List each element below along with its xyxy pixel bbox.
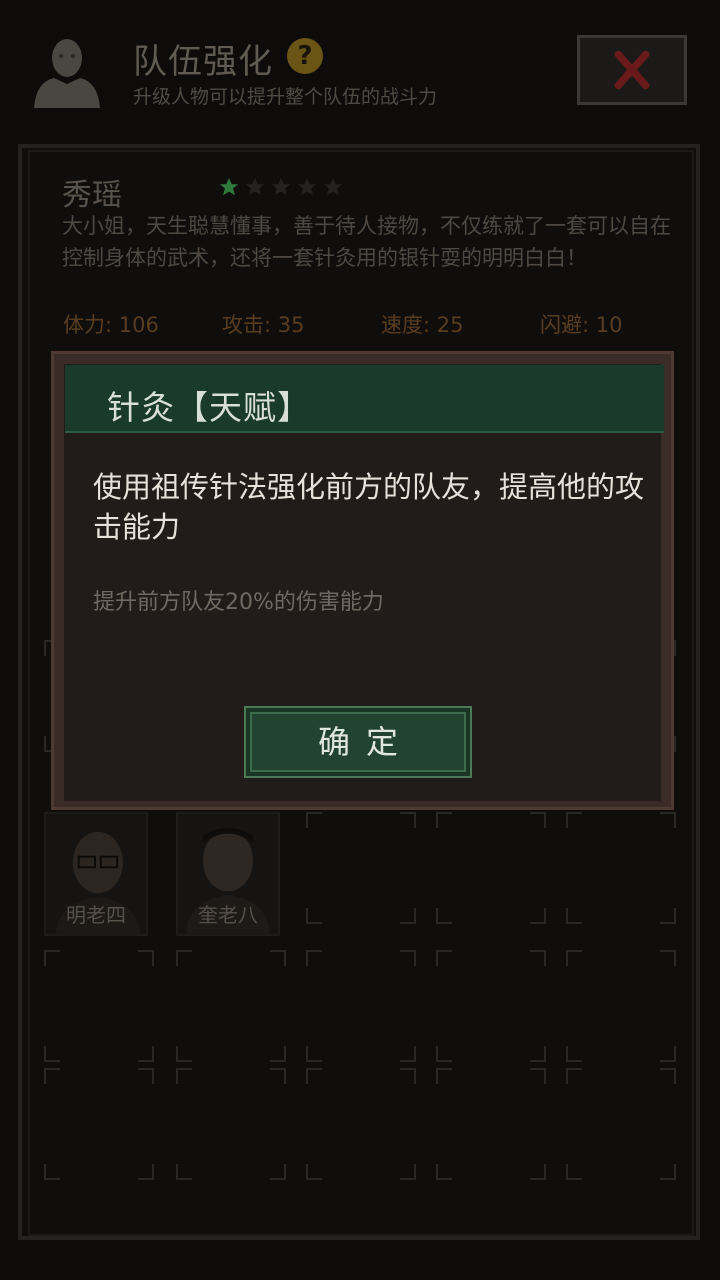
dialog-header: 针灸【天赋】 — [65, 365, 664, 433]
slot-corner — [176, 1046, 192, 1062]
stat-hp: 体力: 106 — [63, 313, 159, 337]
empty-character-slot[interactable] — [566, 812, 676, 924]
stat-dodge: 闪避: 10 — [540, 313, 623, 337]
slot-corner — [44, 1164, 60, 1180]
empty-character-slot[interactable] — [306, 950, 416, 1062]
character-name: 秀瑶 — [62, 178, 122, 213]
slot-corner — [566, 812, 582, 828]
slot-corner — [566, 1164, 582, 1180]
slot-corner — [566, 1046, 582, 1062]
slot-corner — [530, 908, 546, 924]
empty-character-slot[interactable] — [566, 1068, 676, 1180]
slot-corner — [270, 1046, 286, 1062]
user-avatar-icon[interactable] — [30, 32, 104, 110]
slot-corner — [436, 950, 452, 966]
team-member-portrait[interactable]: 奎老八 — [176, 812, 280, 936]
talent-dialog: 针灸【天赋】 使用祖传针法强化前方的队友，提高他的攻击能力 提升前方队友20%的… — [51, 351, 674, 810]
close-button[interactable] — [577, 35, 687, 105]
slot-corner — [138, 950, 154, 966]
empty-character-slot[interactable] — [436, 812, 546, 924]
star-filled-icon — [219, 177, 239, 196]
slot-corner — [306, 1046, 322, 1062]
team-member-name: 明老四 — [66, 903, 126, 927]
slot-corner — [44, 1046, 60, 1062]
star-empty-icon — [297, 177, 317, 196]
slot-corner — [400, 950, 416, 966]
empty-character-slot[interactable] — [176, 1068, 286, 1180]
slot-corner — [44, 950, 60, 966]
slot-corner — [306, 1068, 322, 1084]
help-icon[interactable]: ? — [287, 38, 323, 74]
page-subtitle: 升级人物可以提升整个队伍的战斗力 — [133, 86, 438, 108]
slot-corner — [306, 812, 322, 828]
header: 队伍强化 ? 升级人物可以提升整个队伍的战斗力 — [0, 0, 720, 130]
slot-corner — [176, 1068, 192, 1084]
empty-character-slot[interactable] — [436, 1068, 546, 1180]
slot-corner — [270, 1068, 286, 1084]
slot-corner — [660, 950, 676, 966]
slot-corner — [138, 1068, 154, 1084]
star-empty-icon — [271, 177, 291, 196]
team-member-name: 奎老八 — [198, 903, 258, 927]
slot-corner — [530, 950, 546, 966]
slot-corner — [400, 812, 416, 828]
empty-character-slot[interactable] — [566, 950, 676, 1062]
slot-corner — [530, 1046, 546, 1062]
slot-corner — [660, 908, 676, 924]
slot-corner — [660, 1164, 676, 1180]
empty-character-slot[interactable] — [44, 950, 154, 1062]
slot-corner — [660, 1046, 676, 1062]
star-rating — [218, 176, 344, 198]
slot-corner — [566, 1068, 582, 1084]
team-member-portrait[interactable]: 明老四 — [44, 812, 148, 936]
slot-corner — [436, 812, 452, 828]
slot-corner — [176, 1164, 192, 1180]
character-description: 大小姐，天生聪慧懂事，善于待人接物，不仅练就了一套可以自在控制身体的武术，还将一… — [62, 214, 671, 270]
slot-corner — [436, 908, 452, 924]
slot-corner — [270, 1164, 286, 1180]
slot-corner — [44, 1068, 60, 1084]
slot-corner — [530, 1164, 546, 1180]
slot-corner — [566, 908, 582, 924]
star-empty-icon — [245, 177, 265, 196]
slot-corner — [400, 1068, 416, 1084]
page-title: 队伍强化 — [133, 42, 273, 82]
empty-character-slot[interactable] — [306, 812, 416, 924]
stat-attack: 攻击: 35 — [222, 313, 305, 337]
empty-character-slot[interactable] — [44, 1068, 154, 1180]
dialog-title: 针灸【天赋】 — [107, 388, 311, 427]
slot-corner — [306, 908, 322, 924]
slot-corner — [530, 1068, 546, 1084]
confirm-button[interactable]: 确定 — [244, 706, 472, 778]
slot-corner — [270, 950, 286, 966]
slot-corner — [138, 1164, 154, 1180]
slot-corner — [436, 1046, 452, 1062]
slot-corner — [436, 1164, 452, 1180]
dialog-note-text: 提升前方队友20%的伤害能力 — [93, 590, 384, 615]
slot-corner — [566, 950, 582, 966]
slot-corner — [660, 1068, 676, 1084]
slot-corner — [306, 950, 322, 966]
dialog-body-text: 使用祖传针法强化前方的队友，提高他的攻击能力 — [93, 470, 645, 544]
slot-corner — [400, 1046, 416, 1062]
star-empty-icon — [323, 177, 343, 196]
stat-speed: 速度: 25 — [381, 313, 464, 337]
slot-corner — [530, 812, 546, 828]
slot-corner — [436, 1068, 452, 1084]
confirm-button-label: 确定 — [317, 723, 414, 761]
slot-corner — [660, 812, 676, 828]
empty-character-slot[interactable] — [176, 950, 286, 1062]
close-icon — [614, 50, 650, 90]
slot-corner — [176, 950, 192, 966]
slot-corner — [400, 908, 416, 924]
slot-corner — [400, 1164, 416, 1180]
empty-character-slot[interactable] — [306, 1068, 416, 1180]
empty-character-slot[interactable] — [436, 950, 546, 1062]
slot-corner — [306, 1164, 322, 1180]
slot-corner — [138, 1046, 154, 1062]
